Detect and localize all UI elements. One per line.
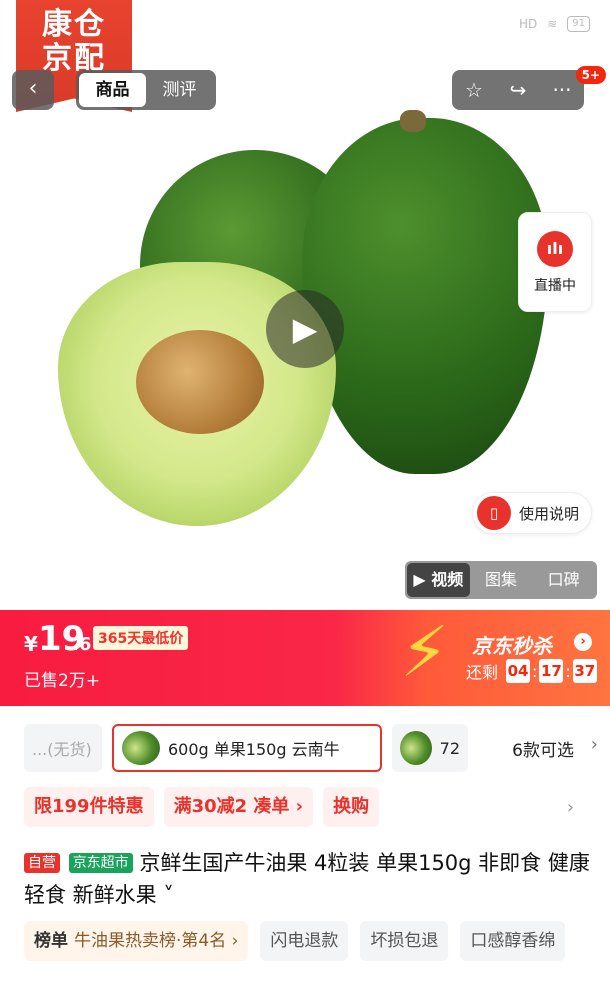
sold-count: 已售2万+ — [24, 671, 101, 691]
avocado-whole-front — [302, 118, 548, 474]
avocado-stem — [400, 110, 426, 132]
tab-reviews[interactable]: 口碑 — [532, 563, 595, 597]
chevron-right-icon[interactable]: › — [591, 734, 598, 755]
live-icon: ılı — [537, 231, 573, 267]
share-icon[interactable]: ↪ — [500, 78, 536, 102]
top-tabs: 商品 测评 — [76, 70, 216, 110]
sku-option[interactable]: 72 — [392, 724, 468, 772]
sku-count[interactable]: 6款可选 — [512, 736, 574, 761]
avocado-pit — [136, 330, 264, 434]
battery-icon: 91 — [567, 16, 590, 32]
sku-label: 72 — [439, 738, 460, 758]
countdown-minutes: 17 — [539, 659, 564, 683]
price-currency: ¥ — [24, 632, 38, 656]
sku-label: ...(无货) — [32, 740, 92, 759]
countdown-sep: : — [532, 661, 538, 681]
star-icon[interactable]: ☆ — [456, 78, 492, 102]
feature-taste[interactable]: 口感醇香绵 — [460, 921, 566, 961]
back-button[interactable]: ‹ — [12, 70, 54, 110]
promo-discount[interactable]: 满30减2 凑单 › — [163, 787, 314, 827]
sku-selector: ...(无货) 600g 单果150g 云南牛 72 6款可选 › — [24, 724, 610, 772]
promo-limited[interactable]: 限199件特惠 — [24, 787, 154, 827]
ranking-badge[interactable]: 榜单 牛油果热卖榜·第4名 › — [24, 921, 249, 961]
media-tabs: ▶ 视频 图集 口碑 — [405, 561, 597, 599]
countdown-label: 还剩 — [466, 663, 499, 682]
seckill-countdown: 还剩 04 : 17 : 37 — [466, 659, 597, 683]
logo-line-1: 康仓 — [42, 7, 106, 42]
tab-gallery[interactable]: 图集 — [470, 563, 533, 597]
tab-review[interactable]: 测评 — [146, 73, 213, 107]
self-operated-badge: 自营 — [24, 853, 60, 873]
sku-thumbnail — [122, 731, 160, 765]
lightning-icon: ⚡ — [400, 611, 450, 693]
countdown-seconds: 37 — [572, 659, 597, 683]
top-actions: ☆ ↪ ··· — [452, 70, 584, 110]
countdown-hours: 04 — [506, 659, 531, 683]
chevron-right-icon[interactable]: › — [574, 633, 592, 651]
sku-option[interactable]: ...(无货) — [24, 724, 102, 772]
feature-damage-return[interactable]: 坏损包退 — [360, 921, 449, 961]
seckill-title[interactable]: 京东秒杀 — [472, 630, 552, 659]
tab-video[interactable]: ▶ 视频 — [407, 563, 470, 597]
status-bar: HD ≋ 91 — [519, 16, 590, 32]
play-icon: ▶ — [292, 310, 318, 348]
sku-label: 600g 单果150g 云南牛 — [168, 740, 340, 759]
sku-thumbnail — [400, 731, 432, 765]
rank-label: 榜单 — [34, 931, 68, 951]
manual-icon: ▯ — [477, 496, 511, 530]
live-label: 直播中 — [534, 278, 576, 294]
play-video-button[interactable]: ▶ — [266, 290, 344, 368]
manual-button[interactable]: ▯ 使用说明 — [472, 492, 592, 534]
countdown-sep: : — [565, 661, 571, 681]
manual-label: 使用说明 — [519, 504, 580, 523]
feature-refund[interactable]: 闪电退款 — [260, 921, 349, 961]
product-title[interactable]: 自营 京东超市 京鲜生国产牛油果 4粒装 单果150g 非即食 健康轻食 新鲜水… — [24, 847, 594, 911]
wifi-icon: ≋ — [547, 17, 558, 31]
notification-badge: 5+ — [575, 66, 606, 84]
sku-option-selected[interactable]: 600g 单果150g 云南牛 — [112, 724, 382, 772]
promo-exchange[interactable]: 换购 — [323, 787, 380, 827]
more-icon[interactable]: ··· — [544, 78, 580, 102]
chevron-left-icon: ‹ — [28, 76, 38, 101]
rank-text: 牛油果热卖榜·第4名 › — [74, 931, 239, 951]
promotion-row: 限199件特惠 满30减2 凑单 › 换购 — [24, 787, 380, 827]
live-stream-button[interactable]: ılı 直播中 — [518, 212, 592, 312]
chevron-right-icon[interactable]: › — [567, 797, 574, 818]
feature-row: 榜单 牛油果热卖榜·第4名 › 闪电退款 坏损包退 口感醇香绵 — [24, 921, 610, 961]
supermarket-badge: 京东超市 — [68, 853, 133, 873]
tab-product[interactable]: 商品 — [79, 73, 146, 107]
signal-icon: HD — [518, 17, 538, 31]
price-decimal: .6 — [72, 634, 92, 655]
low-price-badge: 365天最低价 — [93, 626, 189, 650]
